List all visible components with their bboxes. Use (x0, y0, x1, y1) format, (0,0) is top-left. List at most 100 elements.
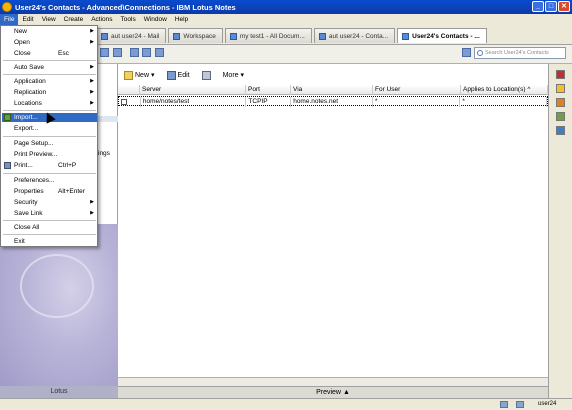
window-controls: _ □ ✕ (532, 1, 570, 12)
edit-button[interactable]: Edit (166, 68, 190, 82)
submenu-arrow-icon: ▶ (90, 210, 94, 216)
status-bar: user24 (0, 398, 572, 410)
submenu-arrow-icon: ▶ (90, 78, 94, 84)
mail-icon (101, 32, 108, 40)
tab-my-test1[interactable]: my test1 - All Docum... (224, 28, 312, 43)
table-header: Server Port Via For User Applies to Loca… (118, 85, 548, 95)
chevron-down-icon: ▾ (240, 72, 245, 79)
menu-item-auto-save[interactable]: Auto Save ▶ (2, 63, 97, 72)
shortcut-label: Ctrl+P (58, 162, 77, 169)
right-sidebar (548, 64, 572, 398)
menu-item-close-all[interactable]: Close All (2, 223, 97, 232)
connections-table: Server Port Via For User Applies to Loca… (118, 85, 548, 387)
menu-item-save-link[interactable]: Save Link ▶ (2, 209, 97, 218)
forward-icon[interactable] (113, 48, 122, 57)
maximize-button[interactable]: □ (545, 1, 557, 12)
menu-separator (3, 173, 96, 174)
status-user[interactable]: user24 (538, 401, 556, 407)
menu-separator (3, 220, 96, 221)
menu-item-new[interactable]: New ▶ (2, 27, 97, 36)
menu-bar: File Edit View Create Actions Tools Wind… (0, 14, 572, 25)
menu-item-page-setup[interactable]: Page Setup... (2, 139, 97, 148)
menu-item-print[interactable]: Print... Ctrl+P (2, 161, 97, 170)
menu-separator (3, 234, 96, 235)
menu-item-preferences[interactable]: Preferences... (2, 176, 97, 185)
menu-separator (3, 74, 96, 75)
tab-user24-contacts[interactable]: User24's Contacts - ... (397, 28, 487, 43)
submenu-arrow-icon: ▶ (90, 199, 94, 205)
close-button[interactable]: ✕ (558, 1, 570, 12)
status-icon[interactable] (516, 401, 524, 408)
tab-workspace[interactable]: Workspace (168, 28, 223, 43)
view-content: New ▾ Edit More ▾ Server Port Via For User… (118, 64, 548, 386)
new-button[interactable]: New ▾ (124, 68, 155, 82)
horizontal-scrollbar[interactable] (118, 377, 548, 386)
network-icon[interactable] (500, 401, 508, 408)
menu-item-replication[interactable]: Replication ▶ (2, 88, 97, 97)
database-icon (229, 32, 237, 40)
widgets-icon[interactable] (556, 126, 565, 135)
lotus-notes-icon (2, 2, 12, 12)
search-input[interactable]: Search User24's Contacts (474, 47, 566, 59)
tab-mail[interactable]: aut user24 - Mail (96, 28, 167, 43)
minimize-button[interactable]: _ (532, 1, 544, 12)
menu-item-exit[interactable]: Exit (2, 237, 97, 246)
search-scope-icon[interactable] (462, 48, 471, 57)
menu-view[interactable]: View (38, 14, 60, 25)
menu-separator (3, 136, 96, 137)
back-icon[interactable] (100, 48, 109, 57)
table-cell: * (373, 97, 461, 107)
menu-item-close[interactable]: Close Esc (2, 49, 97, 58)
menu-create[interactable]: Create (60, 14, 88, 25)
menu-item-application[interactable]: Application ▶ (2, 77, 97, 86)
column-header-port[interactable]: Port (246, 85, 291, 95)
menu-file[interactable]: File (0, 14, 19, 25)
day-at-a-glance-icon[interactable] (556, 84, 565, 93)
activities-icon[interactable] (556, 112, 565, 121)
menu-window[interactable]: Window (140, 14, 171, 25)
sametime-icon[interactable] (556, 70, 565, 79)
column-header-server[interactable]: Server (140, 85, 246, 95)
nav-item-label[interactable]: ings (98, 150, 110, 157)
menu-actions[interactable]: Actions (87, 14, 116, 25)
view-icon[interactable] (155, 48, 164, 57)
menu-edit[interactable]: Edit (18, 14, 37, 25)
decorative-graphic (0, 224, 118, 386)
search-icon (477, 50, 483, 56)
menu-tools[interactable]: Tools (117, 14, 140, 25)
tab-row: aut user24 - Mail Workspace my test1 - A… (96, 28, 487, 44)
table-cell: TCPIP (246, 97, 292, 107)
submenu-arrow-icon: ▶ (90, 39, 94, 45)
menu-item-locations[interactable]: Locations ▶ (2, 99, 97, 108)
more-button[interactable]: More ▾ (223, 68, 244, 82)
table-cell: home/notes/test (141, 97, 247, 107)
table-row[interactable]: home/notes/test TCPIP home.notes.net * * (118, 96, 548, 107)
tab-contacts[interactable]: aut user24 - Conta... (313, 28, 396, 43)
column-header-for-user[interactable]: For User (373, 85, 461, 95)
refresh-icon[interactable] (130, 48, 139, 57)
menu-item-properties[interactable]: Properties Alt+Enter (2, 187, 97, 196)
file-menu-dropdown: New ▶ Open ▶ Close Esc Auto Save ▶ Applicati… (0, 25, 98, 247)
menu-item-security[interactable]: Security ▶ (2, 198, 97, 207)
menu-item-export[interactable]: Export... (2, 124, 97, 133)
menu-help[interactable]: Help (171, 14, 192, 25)
printer-icon (4, 162, 11, 169)
delete-button[interactable] (201, 68, 211, 82)
menu-item-open[interactable]: Open ▶ (2, 38, 97, 47)
column-header-locations[interactable]: Applies to Location(s) ^ (461, 85, 548, 95)
contacts-icon (402, 32, 410, 40)
shortcut-label: Esc (58, 50, 69, 57)
import-icon (4, 114, 11, 121)
column-header[interactable] (118, 85, 140, 95)
action-bar: New ▾ Edit More ▾ (118, 68, 244, 82)
row-icon (119, 97, 141, 107)
workspace-icon (173, 32, 181, 40)
column-header-via[interactable]: Via (291, 85, 373, 95)
print-icon[interactable] (142, 48, 151, 57)
contacts-icon (318, 32, 326, 40)
window-title: User24's Contacts - Advanced\Connections… (15, 2, 236, 12)
edit-icon (166, 70, 176, 80)
preview-toggle[interactable]: Preview ▲ (118, 386, 548, 398)
feeds-icon[interactable] (556, 98, 565, 107)
menu-item-print-preview[interactable]: Print Preview... (2, 150, 97, 159)
